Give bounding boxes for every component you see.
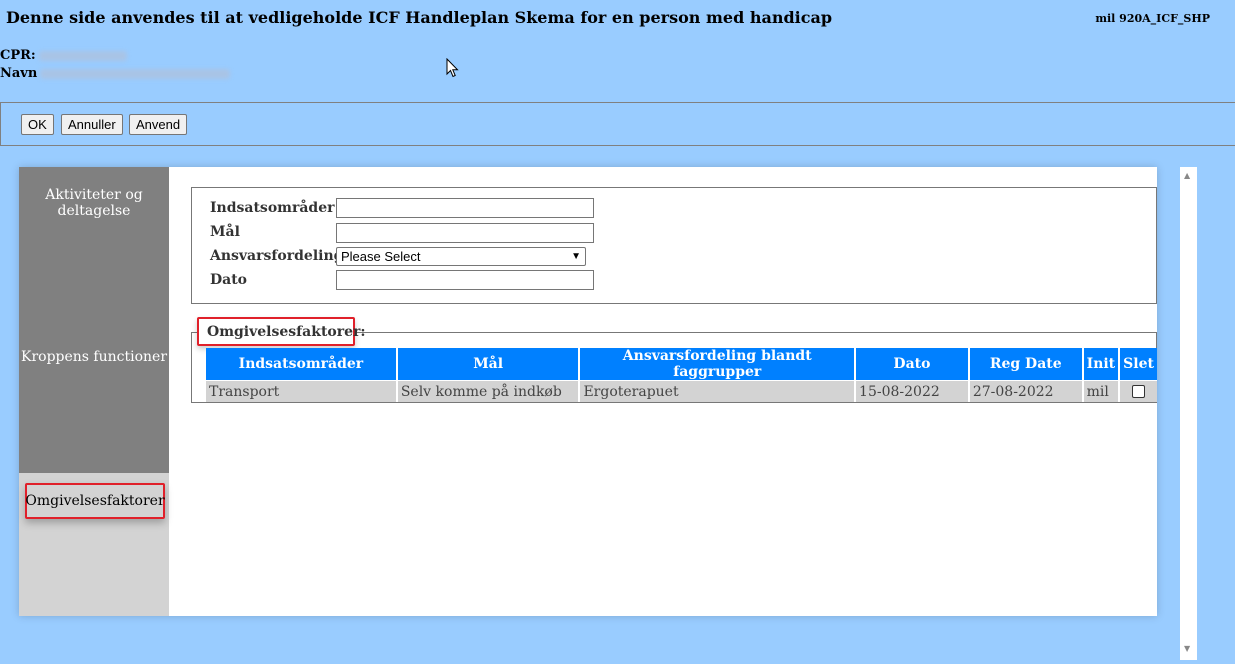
col-header-goal: Mål (396, 348, 581, 381)
col-header-focus-area: Indsatsområder (206, 348, 398, 381)
screen-code: mil 920A_ICF_SHP (1095, 12, 1210, 25)
responsibility-label: Ansvarsfordeling (210, 248, 344, 264)
cpr-row: CPR: (0, 48, 127, 63)
responsibility-select-value: Please Select (341, 249, 421, 264)
cpr-value-redacted (38, 50, 127, 61)
cell-responsibility: Ergoterapuet (579, 380, 857, 402)
environment-legend: Omgivelsesfaktorer: (197, 317, 366, 346)
goal-label: Mål (210, 224, 240, 240)
col-header-init: Init (1082, 348, 1121, 381)
mouse-cursor-icon (446, 58, 459, 78)
delete-checkbox[interactable] (1132, 385, 1146, 398)
col-header-reg-date: Reg Date (968, 348, 1084, 381)
name-label: Navn (0, 66, 38, 81)
name-row: Navn (0, 66, 231, 81)
date-input[interactable] (336, 270, 594, 290)
scroll-up-icon[interactable]: ▲ (1184, 171, 1190, 180)
table-row[interactable]: Transport Selv komme på indkøb Ergoterap… (206, 380, 1157, 402)
cell-init: mil (1082, 380, 1121, 402)
cell-delete (1119, 380, 1157, 402)
col-header-date: Dato (855, 348, 970, 381)
cpr-label: CPR: (0, 48, 36, 63)
table-header-row: Indsatsområder Mål Ansvarsfordeling blan… (206, 348, 1157, 381)
cell-reg-date: 27-08-2022 (968, 380, 1084, 402)
name-value-redacted (40, 68, 231, 79)
focus-area-input[interactable] (336, 198, 594, 218)
nav-item-environment[interactable]: Omgivelsesfaktorer (25, 483, 165, 519)
col-header-responsibility: Ansvarsfordeling blandt faggrupper (579, 348, 857, 381)
focus-area-label: Indsatsområder (210, 200, 335, 216)
nav-item-activities[interactable]: Aktiviteter og deltagelse (19, 187, 169, 219)
nav-sidebar: Aktiviteter og deltagelse Kroppens funct… (19, 167, 169, 473)
date-label: Dato (210, 272, 248, 288)
plan-form: Indsatsområder Mål Ansvarsfordeling Plea… (191, 187, 1157, 304)
ok-button[interactable]: OK (21, 114, 54, 135)
vertical-scrollbar[interactable]: ▲ ▼ (1180, 167, 1197, 660)
main-panel: Aktiviteter og deltagelse Kroppens funct… (19, 167, 1157, 616)
cancel-button[interactable]: Annuller (61, 114, 123, 135)
cell-date: 15-08-2022 (855, 380, 970, 402)
col-header-delete: Slet (1119, 348, 1157, 381)
page-title: Denne side anvendes til at vedligeholde … (6, 8, 833, 27)
cell-goal: Selv komme på indkøb (396, 380, 581, 402)
responsibility-select[interactable]: Please Select ▼ (336, 247, 586, 266)
cell-focus-area: Transport (206, 380, 398, 402)
scroll-down-icon[interactable]: ▼ (1184, 644, 1190, 653)
nav-item-body-functions[interactable]: Kroppens functioner (19, 349, 169, 365)
goal-input[interactable] (336, 223, 594, 243)
chevron-down-icon: ▼ (571, 251, 581, 262)
toolbar: OK Annuller Anvend (0, 102, 1235, 146)
environment-table: Indsatsområder Mål Ansvarsfordeling blan… (206, 348, 1157, 402)
apply-button[interactable]: Anvend (129, 114, 188, 135)
